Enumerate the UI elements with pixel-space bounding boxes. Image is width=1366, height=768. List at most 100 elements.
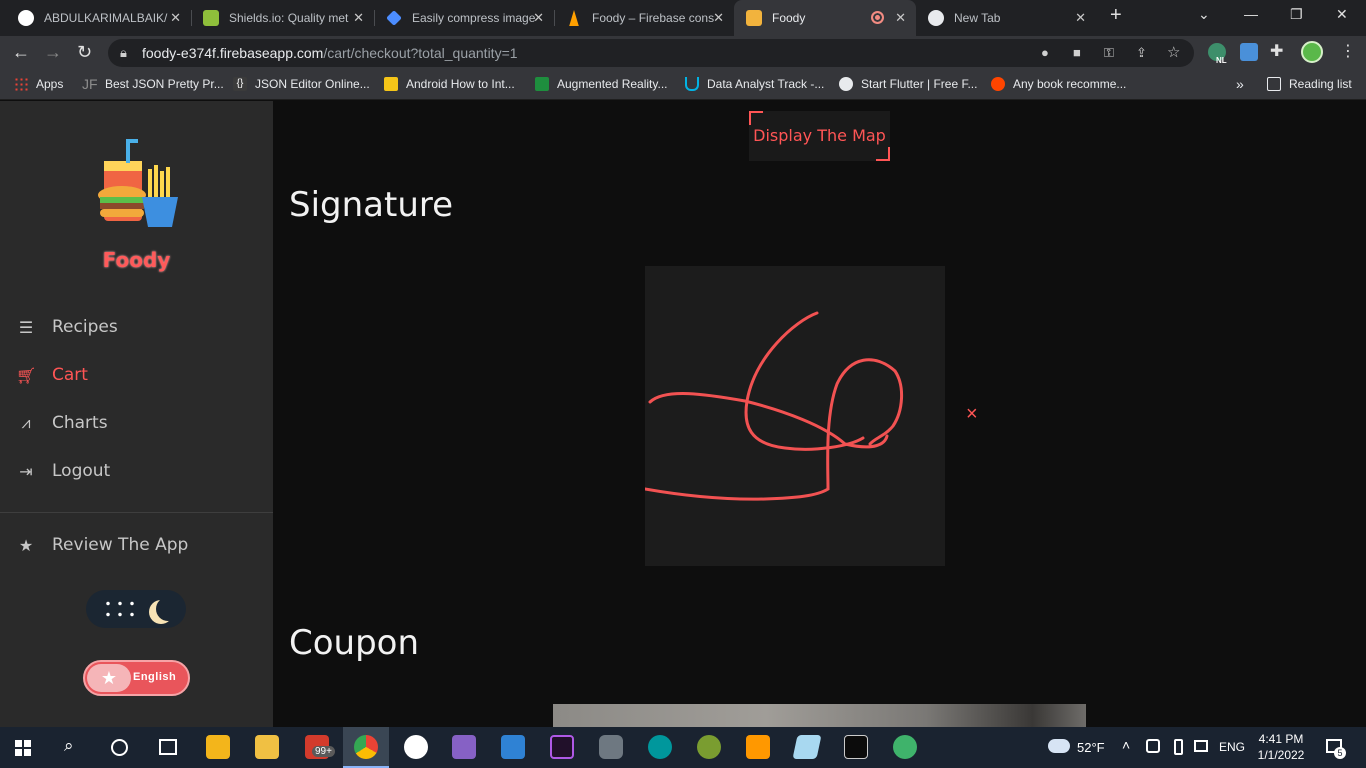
reddit-icon: [991, 77, 1005, 91]
app-icon[interactable]: [501, 735, 525, 759]
signature-pad[interactable]: [643, 266, 945, 566]
visual-studio-icon[interactable]: [452, 735, 476, 759]
jf-icon: JF: [82, 76, 98, 92]
location-icon[interactable]: ●: [1041, 45, 1049, 60]
close-tab-icon[interactable]: ✕: [533, 10, 544, 26]
more-bookmarks-icon[interactable]: »: [1236, 76, 1244, 92]
wordweb-icon[interactable]: [404, 735, 428, 759]
nav-cart[interactable]: 🛒︎ Cart: [16, 365, 88, 385]
close-tab-icon[interactable]: ✕: [1075, 10, 1086, 26]
reading-list[interactable]: Reading list: [1267, 77, 1352, 91]
language-toggle[interactable]: ★ English: [83, 660, 190, 696]
windows-start-icon[interactable]: [15, 740, 31, 756]
database-icon[interactable]: [599, 735, 623, 759]
app-icon[interactable]: [697, 735, 721, 759]
bookmark-apps[interactable]: Apps: [14, 77, 63, 91]
brand-name[interactable]: Foody: [0, 248, 273, 272]
search-icon[interactable]: ⌕: [64, 736, 74, 756]
extension-icon[interactable]: [1240, 43, 1258, 61]
bookmark-item[interactable]: Any book recomme...: [991, 77, 1126, 91]
share-icon[interactable]: ⇪: [1136, 45, 1147, 61]
udacity-icon: [685, 77, 699, 91]
cart-icon: 🛒︎: [16, 365, 37, 385]
bookmark-star-icon[interactable]: ☆: [1167, 43, 1180, 61]
clock[interactable]: 4:41 PM 1/1/2022: [1256, 731, 1306, 763]
minimize-icon[interactable]: —: [1244, 6, 1258, 22]
app-icon[interactable]: [893, 735, 917, 759]
reading-list-icon: [1267, 77, 1281, 91]
camera-icon[interactable]: ■: [1073, 45, 1081, 60]
display-map-button[interactable]: Display The Map: [749, 111, 890, 161]
battery-icon[interactable]: [1174, 739, 1183, 755]
weather-temperature[interactable]: 52°F: [1077, 740, 1105, 755]
chrome-icon[interactable]: [354, 735, 378, 759]
recipes-icon: ☰: [18, 317, 34, 337]
coupon-heading: Coupon: [289, 623, 420, 663]
close-window-icon[interactable]: ✕: [1336, 6, 1348, 23]
menu-icon[interactable]: ⋮: [1340, 42, 1356, 62]
close-tab-icon[interactable]: ✕: [170, 10, 181, 26]
nav-logout[interactable]: ⇥ Logout: [16, 461, 110, 481]
close-tab-icon[interactable]: ✕: [353, 10, 364, 26]
task-view-icon[interactable]: [159, 739, 177, 755]
file-explorer-icon[interactable]: [255, 735, 279, 759]
bookmark-item[interactable]: Data Analyst Track -...: [685, 77, 824, 91]
signature-heading: Signature: [289, 185, 454, 225]
phpstorm-icon[interactable]: [550, 735, 574, 759]
close-tab-icon[interactable]: ✕: [895, 10, 906, 26]
bookmark-item[interactable]: Best JSON Pretty Pr...: [105, 77, 224, 91]
extensions-puzzle-icon[interactable]: ✚: [1270, 42, 1283, 62]
foody-icon: [746, 10, 762, 26]
stars-icon: [102, 598, 142, 620]
input-language[interactable]: ENG: [1219, 740, 1245, 754]
app-icon[interactable]: [792, 735, 822, 759]
bookmark-item[interactable]: Augmented Reality...: [535, 77, 668, 91]
json-icon: {}: [233, 77, 247, 91]
nav-recipes[interactable]: ☰ Recipes: [16, 317, 118, 337]
bookmark-item[interactable]: Start Flutter | Free F...: [839, 77, 977, 91]
nav-review-app[interactable]: ★ Review The App: [16, 535, 188, 555]
new-tab-icon[interactable]: +: [1110, 4, 1122, 27]
arduino-icon[interactable]: [648, 735, 672, 759]
address-bar[interactable]: 🔒︎ foody-e374f.firebaseapp.com/cart/chec…: [108, 39, 1194, 67]
chevron-up-icon[interactable]: ˄: [1122, 737, 1130, 753]
bookmark-item[interactable]: {} JSON Editor Online...: [233, 77, 370, 91]
browser-tab-firebase[interactable]: Foody – Firebase cons ✕: [554, 0, 734, 36]
terminal-icon[interactable]: [844, 735, 868, 759]
browser-tab-strip: ABDULKARIMALBAIK/ ✕ Shields.io: Quality …: [0, 0, 1366, 36]
close-tab-icon[interactable]: ✕: [713, 10, 724, 26]
theme-toggle[interactable]: [86, 590, 186, 628]
meet-icon[interactable]: [1146, 739, 1160, 753]
apps-grid-icon: [14, 77, 28, 91]
forward-icon[interactable]: →: [44, 42, 62, 62]
browser-tab-shields[interactable]: Shields.io: Quality met ✕: [191, 0, 374, 36]
compress-icon: [386, 10, 402, 26]
lock-icon[interactable]: 🔒︎: [120, 45, 127, 61]
browser-tab-github[interactable]: ABDULKARIMALBAIK/ ✕: [6, 0, 191, 36]
sublime-icon[interactable]: [746, 735, 770, 759]
cortana-icon[interactable]: [111, 739, 128, 756]
clear-signature-icon[interactable]: ×: [966, 403, 978, 426]
url-text[interactable]: foody-e374f.firebaseapp.com/cart/checkou…: [142, 45, 518, 61]
sidebar: Foody ☰ Recipes 🛒︎ Cart ⩘ Charts ⇥ Logou…: [0, 101, 273, 727]
browser-tab-compress[interactable]: Easily compress image ✕: [374, 0, 554, 36]
reload-icon[interactable]: ↻: [77, 42, 92, 62]
network-icon[interactable]: [1194, 740, 1208, 752]
browser-tab-foody[interactable]: Foody ✕: [734, 0, 916, 36]
weather-icon: [1048, 739, 1070, 753]
foody-logo: [96, 139, 180, 229]
maximize-icon[interactable]: ❐: [1290, 6, 1303, 23]
browser-tab-newtab[interactable]: New Tab ✕: [916, 0, 1096, 36]
profile-avatar[interactable]: [1301, 41, 1323, 63]
globe-icon: [839, 77, 853, 91]
nav-charts[interactable]: ⩘ Charts: [16, 413, 107, 433]
key-icon[interactable]: ⚿: [1104, 45, 1114, 61]
back-icon[interactable]: ←: [12, 42, 30, 62]
bookmark-item[interactable]: Android How to Int...: [384, 77, 515, 91]
logout-icon: ⇥: [19, 461, 33, 481]
notification-count-badge: 5: [1334, 747, 1346, 759]
bookmarks-bar: Apps JF Best JSON Pretty Pr... {} JSON E…: [0, 70, 1366, 100]
checkout-content: Display The Map Signature × Coupon: [273, 101, 1366, 727]
tab-search-icon[interactable]: ⌄: [1198, 6, 1210, 23]
store-icon[interactable]: [206, 735, 230, 759]
